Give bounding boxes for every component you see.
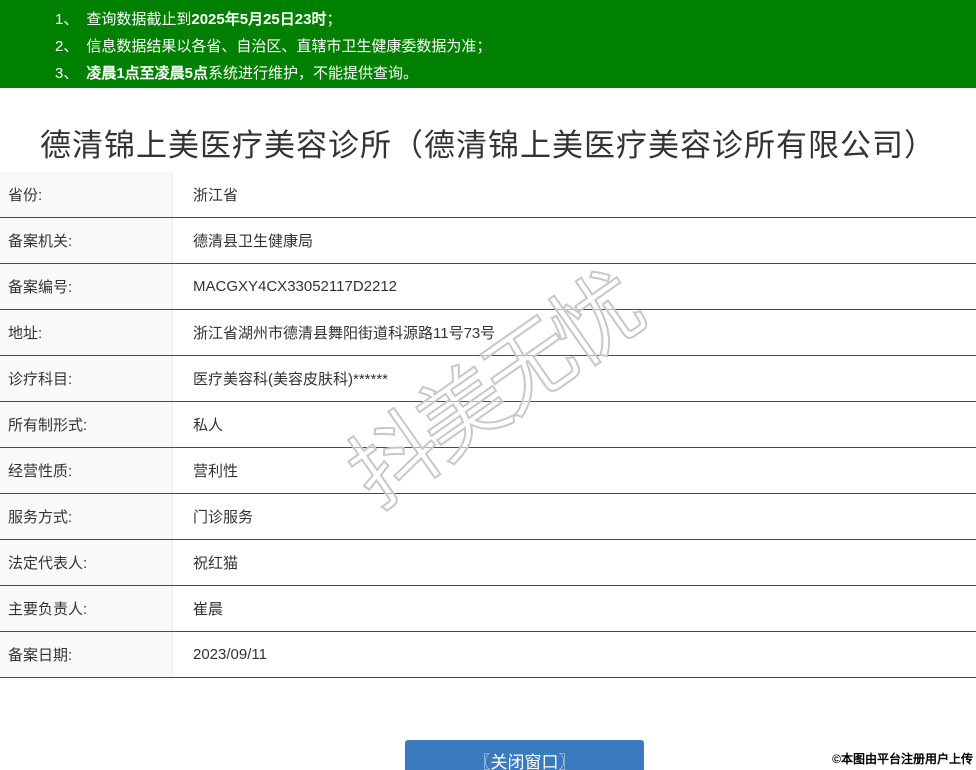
- notice-number: 2、: [55, 38, 79, 55]
- row-label: 经营性质:: [0, 448, 173, 493]
- table-row-business-nature: 经营性质: 营利性: [0, 448, 976, 494]
- notice-line-2: 2、 信息数据结果以各省、自治区、直辖市卫生健康委数据为准；: [0, 33, 976, 60]
- row-value: 浙江省湖州市德清县舞阳街道科源路11号73号: [193, 325, 496, 342]
- row-label: 法定代表人:: [0, 540, 173, 585]
- row-value: 祝红猫: [193, 555, 239, 572]
- table-row-filing-date: 备案日期: 2023/09/11: [0, 632, 976, 678]
- table-row-province: 省份: 浙江省: [0, 172, 976, 218]
- upload-attribution-note: ©本图由平台注册用户上传: [832, 752, 973, 766]
- notice-text: 系统进行维护，不能提供查询。: [208, 65, 419, 82]
- notice-number: 1、: [55, 11, 79, 28]
- table-row-ownership-form: 所有制形式: 私人: [0, 402, 976, 448]
- notice-banner: 1、 查询数据截止到2025年5月25日23时； 2、 信息数据结果以各省、自治区、…: [0, 0, 976, 88]
- row-label: 地址:: [0, 310, 173, 355]
- table-row-filing-authority: 备案机关: 德清县卫生健康局: [0, 218, 976, 264]
- row-label: 诊疗科目:: [0, 356, 173, 401]
- row-value: 浙江省: [193, 187, 239, 204]
- row-value: 德清县卫生健康局: [193, 233, 314, 250]
- row-label: 备案日期:: [0, 632, 173, 677]
- close-window-button[interactable]: 〖关闭窗口〗: [405, 740, 644, 770]
- table-row-address: 地址: 浙江省湖州市德清县舞阳街道科源路11号73号: [0, 310, 976, 356]
- notice-text-bold: 凌晨1点至凌晨5点: [86, 65, 209, 82]
- row-label: 所有制形式:: [0, 402, 173, 447]
- row-value: 崔晨: [193, 601, 224, 618]
- row-label: 主要负责人:: [0, 586, 173, 631]
- table-row-principal: 主要负责人: 崔晨: [0, 586, 976, 632]
- row-value: 营利性: [193, 463, 239, 480]
- row-label: 备案编号:: [0, 264, 173, 309]
- table-row-treatment-subjects: 诊疗科目: 医疗美容科(美容皮肤科)******: [0, 356, 976, 402]
- record-info-table: 省份: 浙江省 备案机关: 德清县卫生健康局 备案编号: MACGXY4CX33…: [0, 172, 976, 678]
- row-value: MACGXY4CX33052117D2212: [193, 278, 398, 295]
- notice-text-bold: 2025年5月25日23时: [191, 11, 327, 28]
- notice-number: 3、: [55, 65, 79, 82]
- page-title: 德清锦上美医疗美容诊所（德清锦上美医疗美容诊所有限公司）: [40, 128, 936, 163]
- notice-line-1: 1、 查询数据截止到2025年5月25日23时；: [0, 6, 976, 33]
- row-value: 医疗美容科(美容皮肤科)******: [193, 371, 389, 388]
- table-row-legal-representative: 法定代表人: 祝红猫: [0, 540, 976, 586]
- row-value: 门诊服务: [193, 509, 254, 526]
- notice-text: 信息数据结果以各省、自治区、直辖市卫生健康委数据为准；: [86, 38, 492, 55]
- row-label: 省份:: [0, 172, 173, 217]
- notice-text: ；: [326, 11, 342, 28]
- table-row-service-mode: 服务方式: 门诊服务: [0, 494, 976, 540]
- row-value: 2023/09/11: [193, 646, 267, 663]
- row-label: 备案机关:: [0, 218, 173, 263]
- notice-text: 查询数据截止到: [86, 11, 192, 28]
- table-row-filing-number: 备案编号: MACGXY4CX33052117D2212: [0, 264, 976, 310]
- row-label: 服务方式:: [0, 494, 173, 539]
- row-value: 私人: [193, 417, 224, 434]
- notice-line-3: 3、 凌晨1点至凌晨5点系统进行维护，不能提供查询。: [0, 60, 976, 87]
- record-query-page: 1、 查询数据截止到2025年5月25日23时； 2、 信息数据结果以各省、自治区、…: [0, 0, 976, 770]
